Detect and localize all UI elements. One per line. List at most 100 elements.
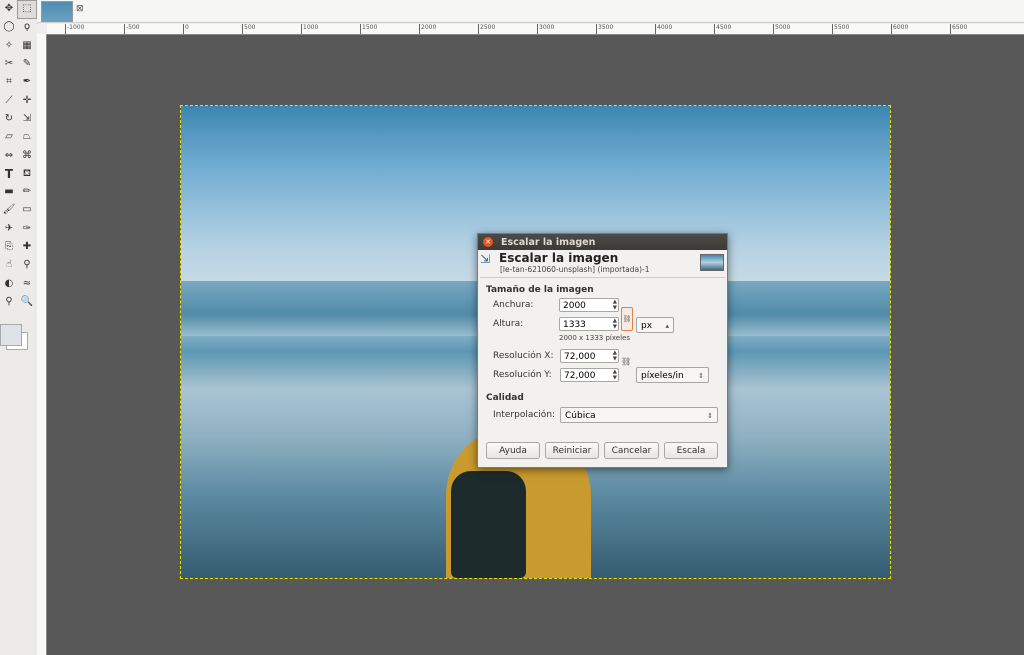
scale-image-dialog: ✕ Escalar la imagen ⇲ Escalar la imagen … xyxy=(477,233,728,468)
width-spin-arrows[interactable]: ▲ ▼ xyxy=(613,299,617,311)
cancel-button[interactable]: Cancelar xyxy=(604,442,659,459)
height-input[interactable]: 1333 ▲ ▼ xyxy=(559,317,619,331)
warp-tool-icon[interactable]: ≈ xyxy=(18,275,36,292)
vertical-ruler[interactable] xyxy=(37,34,47,655)
resolution-y-label: Resolución Y: xyxy=(493,370,552,380)
heal-tool-icon[interactable]: ✚ xyxy=(18,239,36,256)
ruler-tick xyxy=(950,24,951,34)
ellipse-select-tool-icon[interactable]: ◯ xyxy=(0,19,18,36)
perspective-tool-icon[interactable]: ⏢ xyxy=(18,129,36,146)
bucket-fill-tool-icon[interactable]: ⛾ xyxy=(18,165,36,182)
ruler-tick xyxy=(773,24,774,34)
quality-section-label: Calidad xyxy=(486,393,524,403)
rotate-tool-icon[interactable]: ↻ xyxy=(0,110,18,127)
ruler-tick xyxy=(65,24,66,34)
ruler-tick xyxy=(183,24,184,34)
dialog-titlebar[interactable]: ✕ Escalar la imagen xyxy=(478,234,727,250)
ruler-label: 1500 xyxy=(362,24,378,31)
ruler-label: 5000 xyxy=(775,24,791,31)
close-icon[interactable]: ⊠ xyxy=(76,4,84,14)
lasso-tool-icon[interactable]: ϙ xyxy=(18,19,36,36)
measure-tool-icon[interactable]: ⟋ xyxy=(0,92,18,109)
ruler-tick xyxy=(891,24,892,34)
chevron-updown-icon: ⇕ xyxy=(707,412,713,420)
magnify-tool-icon[interactable]: ⚲ xyxy=(0,293,18,310)
cage-tool-icon[interactable]: ⌘ xyxy=(18,147,36,164)
ruler-tick xyxy=(419,24,420,34)
resolution-x-value: 72,000 xyxy=(564,352,596,362)
ruler-label: 500 xyxy=(244,24,256,31)
color-picker-tool-icon[interactable]: ⚲ xyxy=(18,257,36,274)
ruler-tick xyxy=(714,24,715,34)
help-button[interactable]: Ayuda xyxy=(486,442,540,459)
paths-tool-icon[interactable]: ✒ xyxy=(18,74,36,91)
ruler-label: 6500 xyxy=(952,24,968,31)
text-tool-icon[interactable]: T xyxy=(0,165,18,182)
reset-button[interactable]: Reiniciar xyxy=(545,442,599,459)
ruler-label: 2500 xyxy=(480,24,496,31)
ruler-label: 3000 xyxy=(539,24,555,31)
dialog-header: ⇲ Escalar la imagen [le-tan-621060-unspl… xyxy=(478,250,727,276)
dialog-header-title: Escalar la imagen xyxy=(499,251,619,265)
horizontal-ruler[interactable]: -1000 -500 0 500 1000 1500 2000 2500 3000 3500 400… xyxy=(47,24,1024,35)
chevron-updown-icon: ▴ xyxy=(665,322,669,330)
resolution-x-spin-arrows[interactable]: ▲ ▼ xyxy=(613,350,617,362)
smudge-tool-icon[interactable]: ☝ xyxy=(0,257,18,274)
resolution-y-spin-arrows[interactable]: ▲ ▼ xyxy=(613,369,617,381)
resolution-chain-icon[interactable]: ⛓ xyxy=(621,357,631,366)
size-info-text: 2000 x 1333 píxeles xyxy=(559,334,630,342)
width-input[interactable]: 2000 ▲ ▼ xyxy=(559,298,619,312)
chain-link-icon[interactable]: ⛓ xyxy=(621,307,633,331)
size-unit-select[interactable]: px ▴ xyxy=(636,317,674,333)
ruler-label: 0 xyxy=(185,24,189,31)
blend-tool-icon[interactable]: ▬ xyxy=(0,184,18,201)
image-tab-bar: ⊠ xyxy=(37,0,1024,23)
close-icon[interactable]: ✕ xyxy=(483,237,493,247)
ruler-label: 3500 xyxy=(598,24,614,31)
interpolation-label: Interpolación: xyxy=(493,410,556,420)
resolution-x-label: Resolución X: xyxy=(493,351,554,361)
image-size-section-label: Tamaño de la imagen xyxy=(486,285,594,295)
move-tool-icon[interactable]: ✥ xyxy=(0,1,18,18)
resolution-unit-select[interactable]: píxeles/in ⇕ xyxy=(636,367,709,383)
ruler-tick xyxy=(360,24,361,34)
scale-tool-icon[interactable]: ⇲ xyxy=(18,110,36,127)
resolution-y-value: 72,000 xyxy=(564,371,596,381)
image-tab-thumbnail[interactable] xyxy=(41,1,73,22)
resolution-unit-value: píxeles/in xyxy=(641,371,684,381)
scissors-tool-icon[interactable]: ✂ xyxy=(0,56,18,73)
height-value: 1333 xyxy=(563,320,586,330)
ruler-tick xyxy=(596,24,597,34)
dodge-burn-tool-icon[interactable]: ◐ xyxy=(0,275,18,292)
paintbrush-tool-icon[interactable]: 🖌 xyxy=(0,202,18,219)
eraser-tool-icon[interactable]: ▭ xyxy=(18,202,36,219)
foreground-select-tool-icon[interactable]: ✎ xyxy=(18,56,36,73)
airbrush-tool-icon[interactable]: ✈ xyxy=(0,220,18,237)
height-spin-arrows[interactable]: ▲ ▼ xyxy=(613,318,617,330)
crop-tool-icon[interactable]: ⌗ xyxy=(0,74,18,91)
foreground-color-swatch[interactable] xyxy=(0,324,22,346)
width-value: 2000 xyxy=(563,301,586,311)
align-tool-icon[interactable]: ✛ xyxy=(18,92,36,109)
width-label: Anchura: xyxy=(493,300,534,310)
resolution-y-input[interactable]: 72,000 ▲ ▼ xyxy=(560,368,619,382)
zoom-tool-icon[interactable]: 🔍 xyxy=(18,293,36,310)
ruler-tick xyxy=(655,24,656,34)
color-select-tool-icon[interactable]: ▦ xyxy=(18,37,36,54)
ink-tool-icon[interactable]: ✑ xyxy=(18,220,36,237)
ruler-tick xyxy=(301,24,302,34)
flip-tool-icon[interactable]: ⇔ xyxy=(0,147,18,164)
pencil-tool-icon[interactable]: ✏ xyxy=(18,184,36,201)
shear-tool-icon[interactable]: ▱ xyxy=(0,129,18,146)
ruler-label: 1000 xyxy=(303,24,319,31)
ruler-tick xyxy=(832,24,833,34)
resolution-x-input[interactable]: 72,000 ▲ ▼ xyxy=(560,349,619,363)
rect-select-tool-icon[interactable]: ⬚ xyxy=(17,0,37,19)
scale-button[interactable]: Escala xyxy=(664,442,718,459)
interpolation-value: Cúbica xyxy=(565,411,596,421)
clone-tool-icon[interactable]: ⎘ xyxy=(0,239,18,256)
scale-image-icon: ⇲ xyxy=(480,252,491,266)
interpolation-select[interactable]: Cúbica ⇕ xyxy=(560,407,718,423)
color-swatches[interactable] xyxy=(0,320,36,360)
fuzzy-select-tool-icon[interactable]: ✧ xyxy=(0,37,18,54)
